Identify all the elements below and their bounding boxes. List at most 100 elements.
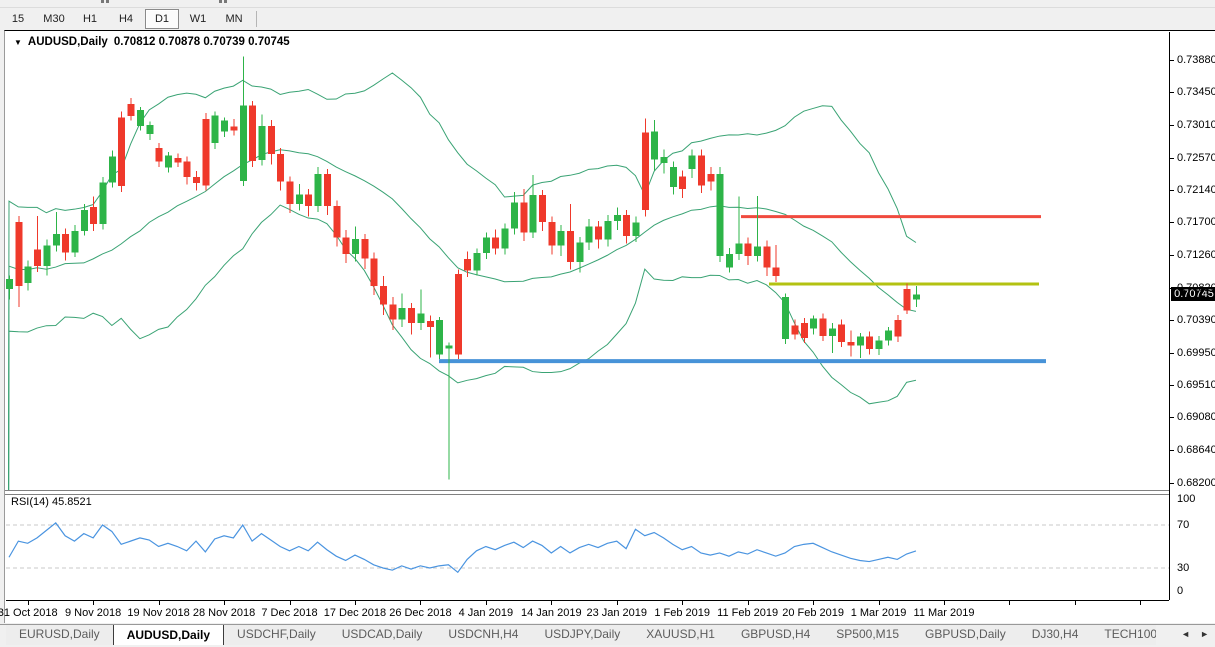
- candle: [287, 176, 294, 212]
- candle: [586, 219, 593, 250]
- candle: [417, 290, 424, 330]
- axis-tick: [1170, 385, 1174, 386]
- candle: [670, 162, 677, 195]
- rsi-line: [9, 523, 916, 572]
- candle: [15, 216, 22, 307]
- candle: [6, 275, 13, 299]
- candle: [604, 215, 611, 246]
- candle: [810, 316, 817, 335]
- date-tick: [28, 601, 29, 605]
- candle: [81, 204, 88, 235]
- date-label: 28 Nov 2018: [193, 607, 255, 619]
- date-label: 31 Oct 2018: [0, 607, 58, 619]
- candle: [165, 152, 172, 173]
- tab-usdcad-daily[interactable]: USDCAD,Daily: [329, 625, 436, 645]
- candle: [773, 245, 780, 282]
- rsi-indicator-canvas[interactable]: [6, 493, 1169, 600]
- tf-button-15[interactable]: 15: [1, 9, 35, 29]
- axis-tick: [1170, 222, 1174, 223]
- symbol-tab-bar: EURUSD,DailyAUDUSD,DailyUSDCHF,DailyUSDC…: [0, 624, 1215, 647]
- candle: [455, 270, 462, 359]
- tab-usdjpy-daily[interactable]: USDJPY,Daily: [531, 625, 633, 645]
- candle: [174, 153, 181, 166]
- price-chart-canvas[interactable]: [6, 32, 1169, 490]
- candle: [128, 98, 135, 120]
- toolbar-icon-remnant: [101, 0, 104, 3]
- candle: [483, 232, 490, 259]
- price-axis-label: 0.73010: [1177, 119, 1215, 131]
- candle: [371, 252, 378, 294]
- candle: [689, 150, 696, 178]
- axis-tick: [1170, 483, 1174, 484]
- date-tick: [486, 601, 487, 605]
- candle: [474, 249, 481, 276]
- tf-button-w1[interactable]: W1: [181, 9, 215, 29]
- price-axis-label: 0.69080: [1177, 411, 1215, 423]
- candle: [661, 150, 668, 174]
- toolbar-icon-remnant: [219, 0, 222, 3]
- candle: [698, 150, 705, 193]
- price-axis-label: 0.71700: [1177, 216, 1215, 228]
- price-axis[interactable]: 0.70745 0.738800.734500.730100.725700.72…: [1169, 32, 1215, 600]
- toolbar-icon-remnant: [106, 0, 109, 3]
- rsi-axis-label: 100: [1177, 493, 1195, 505]
- candle: [913, 286, 920, 307]
- tab-dj30-h4[interactable]: DJ30,H4: [1019, 625, 1092, 645]
- axis-tick: [1170, 353, 1174, 354]
- tab-audusd-daily[interactable]: AUDUSD,Daily: [113, 625, 224, 645]
- candle: [100, 177, 107, 229]
- date-label: 7 Dec 2018: [261, 607, 317, 619]
- candle: [567, 204, 574, 270]
- candle: [90, 197, 97, 231]
- candle: [184, 156, 191, 184]
- date-axis[interactable]: 31 Oct 20189 Nov 201819 Nov 201828 Nov 2…: [6, 600, 1169, 623]
- axis-tick: [1170, 92, 1174, 93]
- date-label: 9 Nov 2018: [65, 607, 121, 619]
- chevron-down-icon[interactable]: ▼: [14, 38, 22, 47]
- tab-xauusd-h1[interactable]: XAUUSD,H1: [633, 625, 728, 645]
- tab-tech100-h1[interactable]: TECH100,H1: [1091, 625, 1156, 645]
- rsi-axis-label: 30: [1177, 562, 1189, 574]
- candle: [801, 318, 808, 343]
- tab-usdchf-daily[interactable]: USDCHF,Daily: [224, 625, 329, 645]
- axis-tick: [1170, 288, 1174, 289]
- candle: [427, 316, 434, 358]
- candle: [651, 120, 658, 171]
- chart-ohlc-quotes: 0.70812 0.70878 0.70739 0.70745: [114, 36, 290, 48]
- candle: [735, 197, 742, 260]
- date-label: 23 Jan 2019: [586, 607, 647, 619]
- tf-button-d1[interactable]: D1: [145, 9, 179, 29]
- chart-window: ▼ AUDUSD,Daily 0.70812 0.70878 0.70739 0…: [4, 30, 1215, 623]
- tf-button-h4[interactable]: H4: [109, 9, 143, 29]
- candle: [212, 112, 219, 149]
- tf-button-mn[interactable]: MN: [217, 9, 251, 29]
- scroll-tabs-left-icon[interactable]: ◄: [1181, 629, 1190, 639]
- tab-usdcnh-h4[interactable]: USDCNH,H4: [435, 625, 531, 645]
- date-tick: [813, 601, 814, 605]
- candle: [754, 196, 761, 262]
- tf-button-h1[interactable]: H1: [73, 9, 107, 29]
- tab-gbpusd-h4[interactable]: GBPUSD,H4: [728, 625, 823, 645]
- candle: [25, 261, 32, 291]
- candle: [202, 113, 209, 190]
- candle: [258, 115, 265, 166]
- date-tick: [355, 601, 356, 605]
- tab-eurusd-daily[interactable]: EURUSD,Daily: [6, 625, 113, 645]
- tf-button-m30[interactable]: M30: [37, 9, 71, 29]
- candle: [885, 327, 892, 346]
- price-axis-label: 0.72140: [1177, 184, 1215, 196]
- tab-gbpusd-daily[interactable]: GBPUSD,Daily: [912, 625, 1019, 645]
- date-tick: [617, 601, 618, 605]
- candle: [53, 212, 60, 251]
- candle: [502, 223, 509, 254]
- candle: [436, 317, 443, 359]
- tab-sp500-m15[interactable]: SP500,M15: [823, 625, 912, 645]
- price-axis-label: 0.70390: [1177, 314, 1215, 326]
- price-axis-label: 0.68200: [1177, 477, 1215, 489]
- price-axis-label: 0.68640: [1177, 444, 1215, 456]
- candle: [848, 331, 855, 357]
- date-tick: [879, 601, 880, 605]
- toolbar-icon-remnant: [224, 0, 227, 3]
- scroll-tabs-right-icon[interactable]: ►: [1200, 629, 1209, 639]
- axis-tick: [1170, 158, 1174, 159]
